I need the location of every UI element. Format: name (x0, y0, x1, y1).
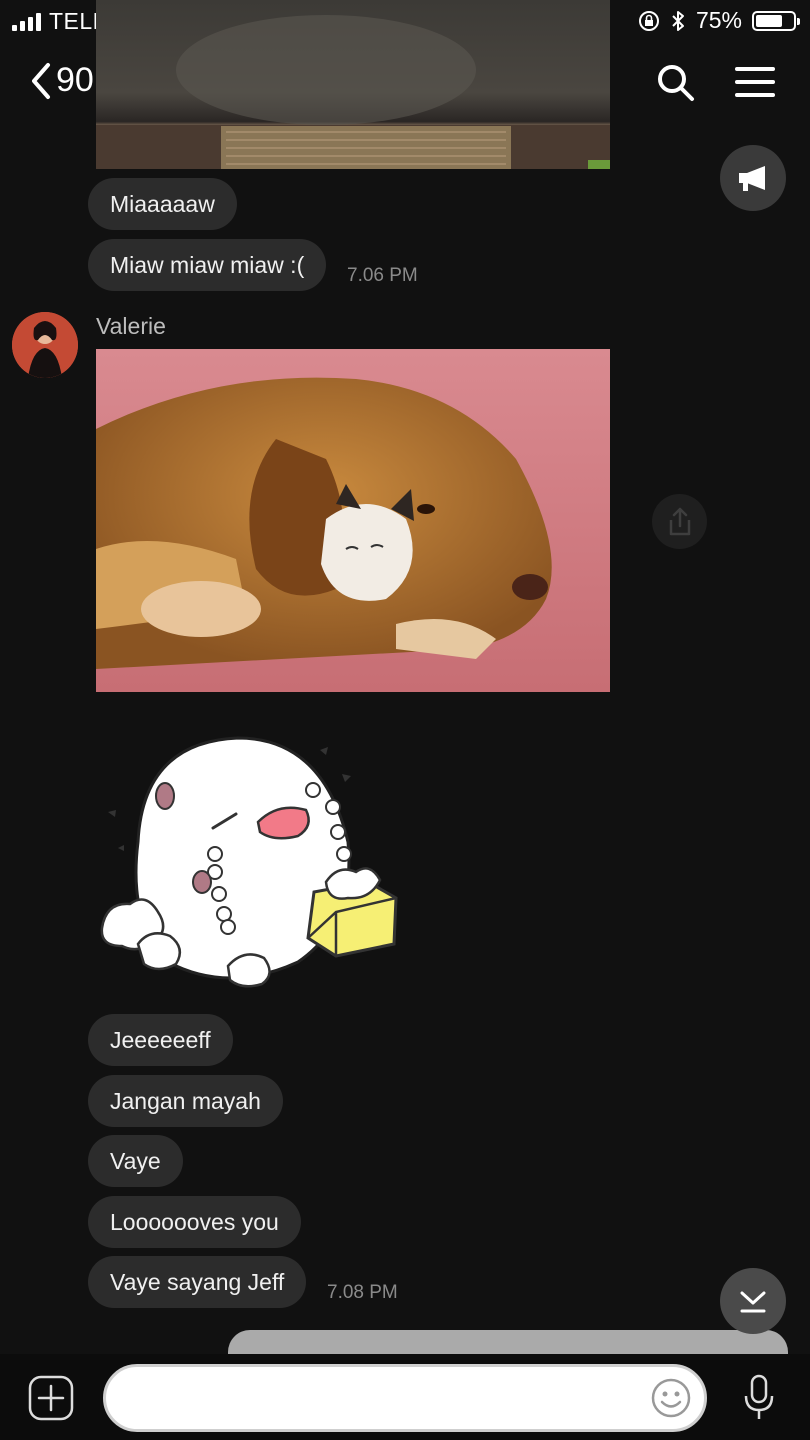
share-icon (669, 507, 690, 535)
message-input[interactable] (103, 1364, 707, 1432)
plus-icon[interactable] (28, 1375, 74, 1421)
battery-icon (752, 10, 800, 31)
message-bubble[interactable]: Miaw miaw miaw :( (88, 239, 327, 291)
message-bubble[interactable]: Jeeeeeeff (88, 1014, 233, 1066)
message-text: Jeeeeeeff (110, 1027, 211, 1053)
microphone-icon[interactable] (742, 1374, 776, 1422)
message-bubble[interactable]: Vaye (88, 1135, 183, 1187)
message-text: Miaaaaaw (110, 191, 215, 217)
emoji-icon[interactable] (650, 1377, 692, 1419)
battery-percent: 75% (695, 7, 742, 33)
message-text: Vaye (110, 1148, 161, 1174)
share-button[interactable] (652, 494, 707, 549)
message-timestamp: 7.06 PM (347, 265, 418, 286)
message-text: Jangan mayah (110, 1088, 261, 1114)
megaphone-icon (739, 166, 765, 191)
message-bubble[interactable]: Vaye sayang Jeff (88, 1256, 307, 1308)
scroll-to-bottom-button[interactable] (720, 1268, 786, 1334)
battery-fill (756, 14, 782, 27)
avatar[interactable] (12, 312, 78, 378)
status-right: 75% (638, 7, 800, 34)
menu-icon[interactable] (735, 67, 775, 106)
message-text: Looooooves you (110, 1209, 279, 1235)
announcement-button[interactable] (720, 145, 786, 211)
message-text: Miaw miaw miaw :( (110, 252, 305, 278)
message-timestamp: 7.08 PM (327, 1282, 398, 1303)
message-bubble[interactable]: Jangan mayah (88, 1075, 283, 1127)
message-composer (0, 1354, 810, 1440)
message-bubble[interactable]: Looooooves you (88, 1196, 301, 1248)
crying-sticker[interactable] (98, 732, 398, 988)
message-bubble[interactable]: Miaaaaaw (88, 178, 237, 230)
chevron-down-icon (740, 1291, 766, 1313)
search-icon[interactable] (656, 63, 696, 103)
rotation-lock-icon (638, 10, 659, 31)
sender-name: Valerie (96, 313, 166, 339)
previous-photo[interactable] (96, 0, 610, 169)
bluetooth-icon (672, 10, 684, 31)
photo-message[interactable] (96, 349, 610, 692)
message-text: Vaye sayang Jeff (110, 1269, 285, 1295)
